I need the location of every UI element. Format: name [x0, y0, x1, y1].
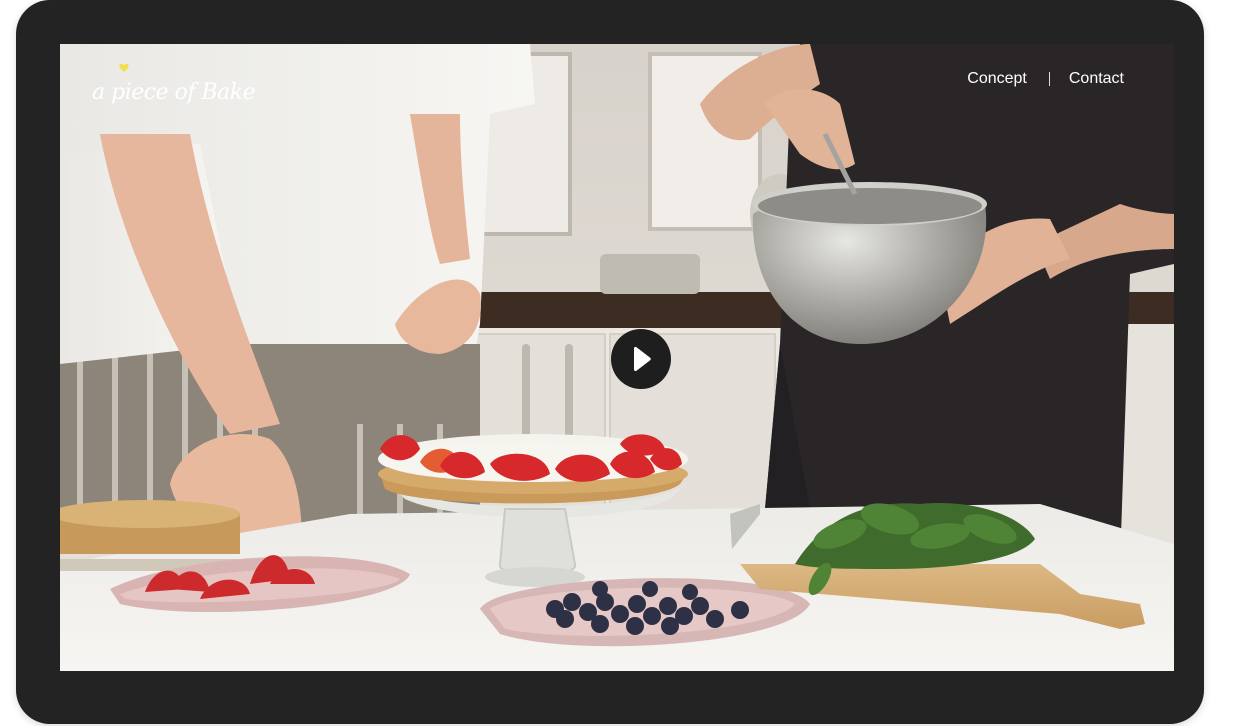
play-button[interactable]	[611, 329, 671, 389]
nav-contact[interactable]: Contact	[1069, 70, 1124, 88]
play-icon	[634, 346, 651, 372]
hero-video[interactable]: a piece of Bake Concept Contact	[60, 44, 1174, 671]
logo-text: a piece of Bake	[92, 80, 256, 105]
heart-icon	[119, 63, 129, 72]
device-frame: a piece of Bake Concept Contact	[16, 0, 1204, 724]
nav-concept[interactable]: Concept	[967, 70, 1027, 88]
brand-logo[interactable]: a piece of Bake	[92, 58, 256, 105]
top-nav: Concept Contact	[967, 70, 1124, 88]
nav-divider	[1048, 72, 1050, 86]
